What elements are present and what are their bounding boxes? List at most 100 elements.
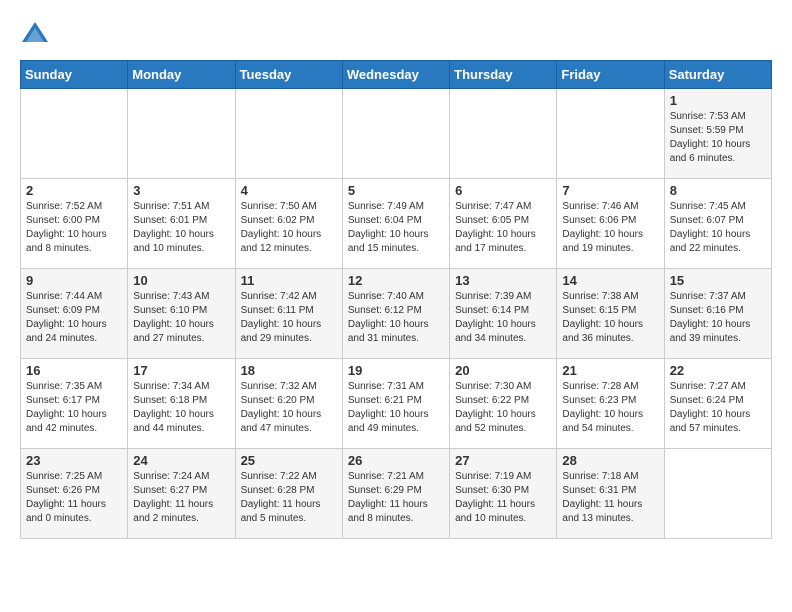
day-detail: Sunrise: 7:32 AM Sunset: 6:20 PM Dayligh… [241, 380, 337, 436]
day-detail: Sunrise: 7:51 AM Sunset: 6:01 PM Dayligh… [133, 200, 229, 256]
header-row: SundayMondayTuesdayWednesdayThursdayFrid… [21, 61, 772, 89]
day-detail: Sunrise: 7:40 AM Sunset: 6:12 PM Dayligh… [348, 290, 444, 346]
day-number: 9 [26, 273, 122, 288]
day-cell: 16 Sunrise: 7:35 AM Sunset: 6:17 PM Dayli… [21, 359, 128, 449]
day-detail: Sunrise: 7:35 AM Sunset: 6:17 PM Dayligh… [26, 380, 122, 436]
day-detail: Sunrise: 7:42 AM Sunset: 6:11 PM Dayligh… [241, 290, 337, 346]
day-cell: 14 Sunrise: 7:38 AM Sunset: 6:15 PM Dayli… [557, 269, 664, 359]
day-number: 28 [562, 453, 658, 468]
day-detail: Sunrise: 7:31 AM Sunset: 6:21 PM Dayligh… [348, 380, 444, 436]
week-row-2: 2 Sunrise: 7:52 AM Sunset: 6:00 PM Daylig… [21, 179, 772, 269]
day-detail: Sunrise: 7:18 AM Sunset: 6:31 PM Dayligh… [562, 470, 658, 526]
week-row-4: 16 Sunrise: 7:35 AM Sunset: 6:17 PM Dayli… [21, 359, 772, 449]
day-cell: 17 Sunrise: 7:34 AM Sunset: 6:18 PM Dayli… [128, 359, 235, 449]
day-detail: Sunrise: 7:47 AM Sunset: 6:05 PM Dayligh… [455, 200, 551, 256]
day-cell: 2 Sunrise: 7:52 AM Sunset: 6:00 PM Daylig… [21, 179, 128, 269]
day-number: 16 [26, 363, 122, 378]
day-detail: Sunrise: 7:34 AM Sunset: 6:18 PM Dayligh… [133, 380, 229, 436]
day-cell: 13Sunrise: 7:39 AM Sunset: 6:14 PM Dayli… [450, 269, 557, 359]
day-cell: 18 Sunrise: 7:32 AM Sunset: 6:20 PM Dayli… [235, 359, 342, 449]
day-cell: 5Sunrise: 7:49 AM Sunset: 6:04 PM Daylig… [342, 179, 449, 269]
col-header-friday: Friday [557, 61, 664, 89]
day-detail: Sunrise: 7:24 AM Sunset: 6:27 PM Dayligh… [133, 470, 229, 526]
day-number: 8 [670, 183, 766, 198]
day-detail: Sunrise: 7:25 AM Sunset: 6:26 PM Dayligh… [26, 470, 122, 526]
day-detail: Sunrise: 7:50 AM Sunset: 6:02 PM Dayligh… [241, 200, 337, 256]
day-cell: 11 Sunrise: 7:42 AM Sunset: 6:11 PM Dayli… [235, 269, 342, 359]
day-cell [557, 89, 664, 179]
day-cell [664, 449, 771, 539]
day-number: 7 [562, 183, 658, 198]
day-detail: Sunrise: 7:43 AM Sunset: 6:10 PM Dayligh… [133, 290, 229, 346]
day-cell: 4 Sunrise: 7:50 AM Sunset: 6:02 PM Daylig… [235, 179, 342, 269]
day-detail: Sunrise: 7:22 AM Sunset: 6:28 PM Dayligh… [241, 470, 337, 526]
day-number: 24 [133, 453, 229, 468]
day-number: 27 [455, 453, 551, 468]
day-detail: Sunrise: 7:38 AM Sunset: 6:15 PM Dayligh… [562, 290, 658, 346]
col-header-saturday: Saturday [664, 61, 771, 89]
week-row-5: 23Sunrise: 7:25 AM Sunset: 6:26 PM Dayli… [21, 449, 772, 539]
day-number: 19 [348, 363, 444, 378]
week-row-1: 1 Sunrise: 7:53 AM Sunset: 5:59 PM Daylig… [21, 89, 772, 179]
day-cell [342, 89, 449, 179]
day-cell: 15 Sunrise: 7:37 AM Sunset: 6:16 PM Dayli… [664, 269, 771, 359]
day-number: 14 [562, 273, 658, 288]
day-cell: 12 Sunrise: 7:40 AM Sunset: 6:12 PM Dayli… [342, 269, 449, 359]
col-header-sunday: Sunday [21, 61, 128, 89]
day-cell [450, 89, 557, 179]
day-number: 22 [670, 363, 766, 378]
day-detail: Sunrise: 7:44 AM Sunset: 6:09 PM Dayligh… [26, 290, 122, 346]
day-number: 20 [455, 363, 551, 378]
day-detail: Sunrise: 7:45 AM Sunset: 6:07 PM Dayligh… [670, 200, 766, 256]
day-number: 10 [133, 273, 229, 288]
day-detail: Sunrise: 7:37 AM Sunset: 6:16 PM Dayligh… [670, 290, 766, 346]
day-detail: Sunrise: 7:30 AM Sunset: 6:22 PM Dayligh… [455, 380, 551, 436]
day-number: 4 [241, 183, 337, 198]
day-cell: 19 Sunrise: 7:31 AM Sunset: 6:21 PM Dayli… [342, 359, 449, 449]
day-number: 3 [133, 183, 229, 198]
day-cell: 28 Sunrise: 7:18 AM Sunset: 6:31 PM Dayli… [557, 449, 664, 539]
logo-icon [20, 20, 50, 50]
day-number: 2 [26, 183, 122, 198]
day-cell: 6 Sunrise: 7:47 AM Sunset: 6:05 PM Daylig… [450, 179, 557, 269]
col-header-monday: Monday [128, 61, 235, 89]
day-number: 18 [241, 363, 337, 378]
day-cell: 8 Sunrise: 7:45 AM Sunset: 6:07 PM Daylig… [664, 179, 771, 269]
day-number: 15 [670, 273, 766, 288]
day-detail: Sunrise: 7:19 AM Sunset: 6:30 PM Dayligh… [455, 470, 551, 526]
day-detail: Sunrise: 7:53 AM Sunset: 5:59 PM Dayligh… [670, 110, 766, 166]
day-cell: 26 Sunrise: 7:21 AM Sunset: 6:29 PM Dayli… [342, 449, 449, 539]
day-number: 1 [670, 93, 766, 108]
day-cell: 23Sunrise: 7:25 AM Sunset: 6:26 PM Dayli… [21, 449, 128, 539]
day-cell [128, 89, 235, 179]
day-number: 12 [348, 273, 444, 288]
day-detail: Sunrise: 7:27 AM Sunset: 6:24 PM Dayligh… [670, 380, 766, 436]
day-number: 21 [562, 363, 658, 378]
day-detail: Sunrise: 7:49 AM Sunset: 6:04 PM Dayligh… [348, 200, 444, 256]
day-cell: 7 Sunrise: 7:46 AM Sunset: 6:06 PM Daylig… [557, 179, 664, 269]
day-cell: 1 Sunrise: 7:53 AM Sunset: 5:59 PM Daylig… [664, 89, 771, 179]
day-number: 25 [241, 453, 337, 468]
day-number: 17 [133, 363, 229, 378]
day-number: 11 [241, 273, 337, 288]
day-cell: 21 Sunrise: 7:28 AM Sunset: 6:23 PM Dayli… [557, 359, 664, 449]
day-detail: Sunrise: 7:52 AM Sunset: 6:00 PM Dayligh… [26, 200, 122, 256]
col-header-thursday: Thursday [450, 61, 557, 89]
day-cell [21, 89, 128, 179]
logo [20, 20, 54, 50]
col-header-wednesday: Wednesday [342, 61, 449, 89]
day-cell: 10 Sunrise: 7:43 AM Sunset: 6:10 PM Dayli… [128, 269, 235, 359]
day-number: 6 [455, 183, 551, 198]
page-header [20, 20, 772, 50]
day-detail: Sunrise: 7:46 AM Sunset: 6:06 PM Dayligh… [562, 200, 658, 256]
day-detail: Sunrise: 7:28 AM Sunset: 6:23 PM Dayligh… [562, 380, 658, 436]
day-cell: 24 Sunrise: 7:24 AM Sunset: 6:27 PM Dayli… [128, 449, 235, 539]
calendar-table: SundayMondayTuesdayWednesdayThursdayFrid… [20, 60, 772, 539]
col-header-tuesday: Tuesday [235, 61, 342, 89]
day-detail: Sunrise: 7:21 AM Sunset: 6:29 PM Dayligh… [348, 470, 444, 526]
day-cell [235, 89, 342, 179]
day-cell: 9 Sunrise: 7:44 AM Sunset: 6:09 PM Daylig… [21, 269, 128, 359]
day-cell: 22 Sunrise: 7:27 AM Sunset: 6:24 PM Dayli… [664, 359, 771, 449]
day-number: 26 [348, 453, 444, 468]
day-cell: 25 Sunrise: 7:22 AM Sunset: 6:28 PM Dayli… [235, 449, 342, 539]
